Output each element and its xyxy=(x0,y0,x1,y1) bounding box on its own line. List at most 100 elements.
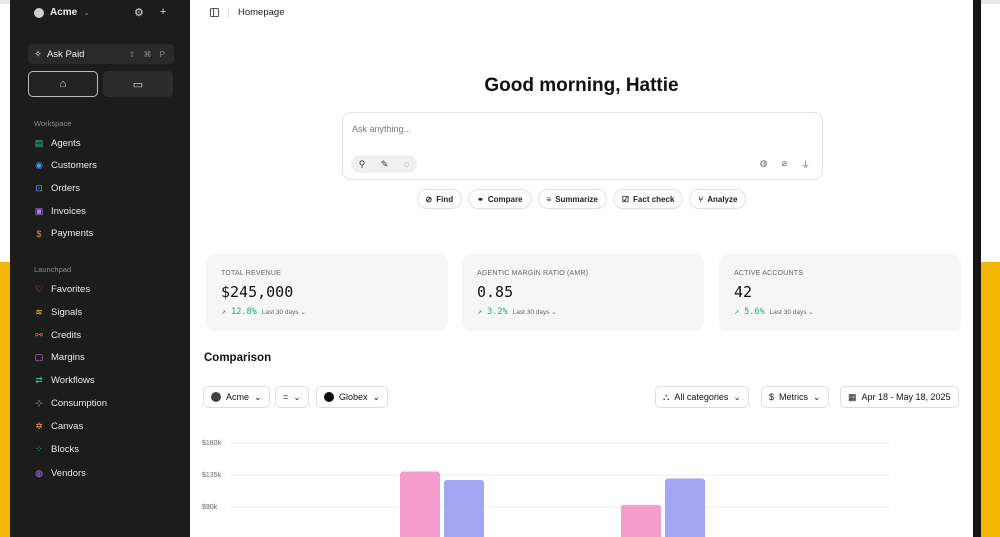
margins-icon: ▢ xyxy=(34,352,44,362)
org-switcher[interactable]: Acme ⌄ xyxy=(34,7,90,18)
chip-find[interactable]: ⊘ Find xyxy=(416,189,463,209)
blocks-icon: ⁘ xyxy=(35,444,43,454)
plus-icon[interactable]: + xyxy=(160,6,166,19)
canvas-icon: ✲ xyxy=(35,421,43,431)
stat-label: AGENTIC MARGIN RATIO (AMR) xyxy=(477,270,589,277)
chart-bar[interactable] xyxy=(665,478,705,537)
period-label: Last 30 days xyxy=(512,309,550,316)
right-entity-select[interactable]: Globex ⌄ xyxy=(316,386,389,408)
chart-bar[interactable] xyxy=(621,504,661,537)
chip-label: Compare xyxy=(487,194,523,204)
y-tick-label: $90k xyxy=(202,504,218,511)
inbox-mode-button[interactable]: ▭ xyxy=(103,71,173,97)
ask-panel[interactable]: Ask anything... ⚲ ✎ ◌ ◍ ⌀ ⏚ xyxy=(342,112,823,180)
period-label: Last 30 days xyxy=(769,309,807,316)
stat-card-accounts: ACTIVE ACCOUNTS 42 ↗ 5.6% Last 30 days ⌄ xyxy=(719,254,961,331)
chevron-down-icon: ⌄ xyxy=(551,309,557,316)
sidebar-item-blocks[interactable]: ⁘ Blocks xyxy=(34,444,79,455)
sidebar-item-favorites[interactable]: ♡ Favorites xyxy=(34,284,90,295)
trend-up-icon: ↗ xyxy=(221,307,227,317)
payments-icon: $ xyxy=(36,228,42,239)
entity-avatar xyxy=(324,392,334,402)
ask-actions: ◍ ⌀ ⏚ xyxy=(760,158,810,171)
sidebar-item-customers[interactable]: ◉ Customers xyxy=(34,160,97,171)
left-entity-select[interactable]: Acme ⌄ xyxy=(203,386,270,408)
chevron-down-icon: ⌄ xyxy=(813,391,821,402)
period-select[interactable]: Last 30 days ⌄ xyxy=(262,308,306,316)
sidebar-item-label: Vendors xyxy=(51,468,86,479)
chip-analyze[interactable]: ⑂ Analyze xyxy=(689,189,747,209)
ask-paid-label: Ask Paid xyxy=(46,48,85,60)
microphone-icon[interactable]: ⏚ xyxy=(801,158,810,171)
calendar-icon: ▦ xyxy=(848,391,857,402)
stat-label: TOTAL REVENUE xyxy=(221,270,282,277)
period-select[interactable]: Last 30 days ⌄ xyxy=(513,308,557,316)
sidebar-item-consumption[interactable]: ⊹ Consumption xyxy=(34,398,107,409)
y-tick-label: $135k xyxy=(202,472,222,479)
chip-label: Summarize xyxy=(555,194,598,204)
search-icon[interactable]: ⚲ xyxy=(359,159,366,170)
chip-label: Fact check xyxy=(633,194,675,204)
sidebar-item-margins[interactable]: ▢ Margins xyxy=(34,352,85,363)
comparison-title: Comparison xyxy=(204,352,272,364)
sidebar: Acme ⌄ ⚙ + ✧ Ask Paid ⇧ ⌘ P ⌂ ▭ Workspac… xyxy=(10,0,190,537)
delta-value: 12.8% xyxy=(231,307,257,317)
inbox-icon: ▭ xyxy=(132,78,144,91)
sidebar-item-label: Favorites xyxy=(51,284,91,295)
sidebar-item-invoices[interactable]: ▣ Invoices xyxy=(34,206,86,217)
attach-icon[interactable]: ⌀ xyxy=(782,158,787,171)
globe-icon[interactable]: ◍ xyxy=(760,158,768,171)
categories-select[interactable]: ⛬ All categories ⌄ xyxy=(655,386,749,408)
chip-fact-check[interactable]: ☑ Fact check xyxy=(612,189,684,209)
sidebar-item-canvas[interactable]: ✲ Canvas xyxy=(34,421,83,432)
chip-summarize[interactable]: ≡ Summarize xyxy=(537,189,607,209)
ask-input[interactable]: Ask anything... xyxy=(352,124,411,134)
fact-check-icon: ☑ xyxy=(621,194,630,204)
agents-icon: ▤ xyxy=(34,138,44,148)
sidebar-item-payments[interactable]: $ Payments xyxy=(34,228,93,239)
org-name: Acme xyxy=(50,7,78,18)
stat-value: 42 xyxy=(734,283,753,301)
sidebar-item-vendors[interactable]: ◍ Vendors xyxy=(34,468,86,479)
sidebar-item-label: Agents xyxy=(51,138,81,149)
date-range-picker[interactable]: ▦ Apr 18 - May 18, 2025 xyxy=(840,386,959,408)
ask-paid-button[interactable]: ✧ Ask Paid ⇧ ⌘ P xyxy=(28,44,174,64)
settings-icon[interactable]: ⚙ xyxy=(134,6,144,19)
sidebar-item-credits[interactable]: ⚯ Credits xyxy=(34,330,81,341)
metrics-select[interactable]: $ Metrics ⌄ xyxy=(761,386,829,408)
summarize-icon: ≡ xyxy=(546,194,552,204)
section-launchpad: Launchpad xyxy=(34,265,72,274)
lightbulb-icon[interactable]: ◌ xyxy=(404,159,409,169)
compare-icon: ⚭ xyxy=(477,194,484,204)
stat-card-revenue: TOTAL REVENUE $245,000 ↗ 12.8% Last 30 d… xyxy=(206,254,448,331)
comparison-chart: $180k $135k $90k xyxy=(202,440,890,537)
toggle-sidebar-icon[interactable] xyxy=(210,8,219,17)
sidebar-item-agents[interactable]: ▤ Agents xyxy=(34,138,81,149)
ask-tools: ⚲ ✎ ◌ xyxy=(351,155,417,173)
select-label: Acme xyxy=(226,392,250,402)
trend-up-icon: ↗ xyxy=(477,307,483,317)
signals-icon: ≋ xyxy=(35,307,43,317)
period-select[interactable]: Last 30 days ⌄ xyxy=(770,308,814,316)
sidebar-item-orders[interactable]: ⊡ Orders xyxy=(34,183,80,194)
sidebar-item-workflows[interactable]: ⇄ Workflows xyxy=(34,375,94,386)
operator-select[interactable]: = ⌄ xyxy=(275,386,309,408)
delta-value: 5.6% xyxy=(744,307,765,317)
credits-icon: ⚯ xyxy=(35,330,43,340)
sidebar-item-label: Canvas xyxy=(51,421,84,432)
breadcrumb[interactable]: Homepage xyxy=(238,7,284,18)
chart-bar[interactable] xyxy=(400,471,440,537)
stat-card-amr: AGENTIC MARGIN RATIO (AMR) 0.85 ↗ 3.2% L… xyxy=(462,254,704,331)
chevron-down-icon: ⌄ xyxy=(733,391,741,402)
chart-bar[interactable] xyxy=(444,479,484,537)
stat-delta: ↗ 12.8% Last 30 days ⌄ xyxy=(221,307,306,317)
heart-icon: ♡ xyxy=(34,284,44,294)
chevron-down-icon: ⌄ xyxy=(293,391,301,402)
select-label: Metrics xyxy=(779,392,809,402)
chip-compare[interactable]: ⚭ Compare xyxy=(468,189,532,209)
sidebar-item-signals[interactable]: ≋ Signals xyxy=(34,307,82,318)
home-mode-button[interactable]: ⌂ xyxy=(28,71,98,97)
pen-icon[interactable]: ✎ xyxy=(381,159,389,170)
select-label: = xyxy=(283,392,289,402)
sidebar-item-label: Consumption xyxy=(51,398,107,409)
